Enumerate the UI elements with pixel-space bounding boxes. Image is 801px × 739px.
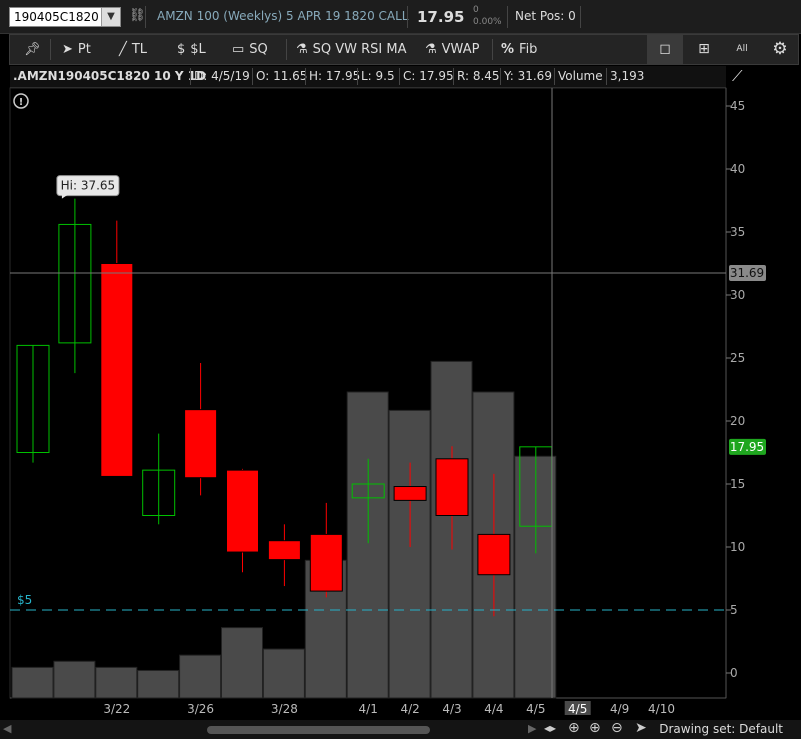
x-tick-label: 4/4 (484, 702, 503, 716)
crosshair-value: 31.69 (730, 266, 764, 280)
candle-body (393, 486, 427, 501)
y-tick-label: 25 (730, 351, 745, 365)
volume-bar (53, 660, 96, 699)
crosshair-icon[interactable]: ⊕ (568, 720, 580, 736)
candle-body (309, 533, 343, 592)
x-tick-label: 4/9 (610, 702, 629, 716)
x-tick-label: 4/2 (400, 702, 419, 716)
volume-bar (346, 391, 389, 699)
x-tick-label: 3/28 (271, 702, 298, 716)
x-tick-label: 4/10 (648, 702, 675, 716)
y-tick-label: 5 (730, 603, 738, 617)
x-tick-label: 4/3 (442, 702, 461, 716)
y-tick-label: 20 (730, 414, 745, 428)
volume-bar (179, 654, 222, 699)
x-tick-label: 3/26 (187, 702, 214, 716)
volume-bar (388, 409, 431, 699)
volume-bar (137, 669, 180, 699)
x-tick-label: 4/5 (526, 702, 545, 716)
expand-icon[interactable]: ◂▸ (544, 721, 556, 735)
candle-body (184, 409, 218, 479)
x-tick-label: 4/5 (568, 702, 587, 716)
y-tick-label: 45 (730, 99, 745, 113)
horizontal-scrollbar[interactable] (207, 726, 430, 734)
y-tick-label: 0 (730, 666, 738, 680)
volume-bar (221, 627, 263, 699)
y-tick-label: 40 (730, 162, 745, 176)
scroll-right-icon[interactable]: ▶ (528, 722, 536, 735)
volume-bar (11, 666, 54, 699)
x-tick-label: 3/22 (103, 702, 130, 716)
zoom-out-icon[interactable]: ⊖ (611, 720, 623, 736)
candle-body (477, 533, 511, 576)
volume-bar (262, 648, 305, 699)
last-price-tag: 17.95 (730, 440, 764, 454)
y-tick-label: 35 (730, 225, 745, 239)
y-tick-label: 15 (730, 477, 745, 491)
alert-icon-mark: ! (19, 97, 24, 108)
price-level-label: $5 (17, 593, 32, 607)
candle-body (100, 263, 134, 477)
cursor-icon[interactable]: ➤ (635, 720, 647, 736)
zoom-in-icon[interactable]: ⊕ (589, 720, 601, 736)
x-tick-label: 4/1 (359, 702, 378, 716)
candle-body (435, 458, 469, 516)
price-chart[interactable]: 0 5 10 15 20 25 30 35 40 45 3/22 3/26 3/28 4/1 4/2 4/3… (0, 0, 801, 739)
y-tick-label: 10 (730, 540, 745, 554)
candle-body (226, 469, 259, 553)
high-label: Hi: 37.65 (61, 179, 116, 193)
y-tick-label: 30 (730, 288, 745, 302)
volume-bar (95, 666, 138, 699)
scroll-left-icon[interactable]: ◀ (3, 722, 11, 735)
drawing-set-label[interactable]: Drawing set: Default (659, 722, 783, 736)
candle-body (267, 540, 301, 561)
